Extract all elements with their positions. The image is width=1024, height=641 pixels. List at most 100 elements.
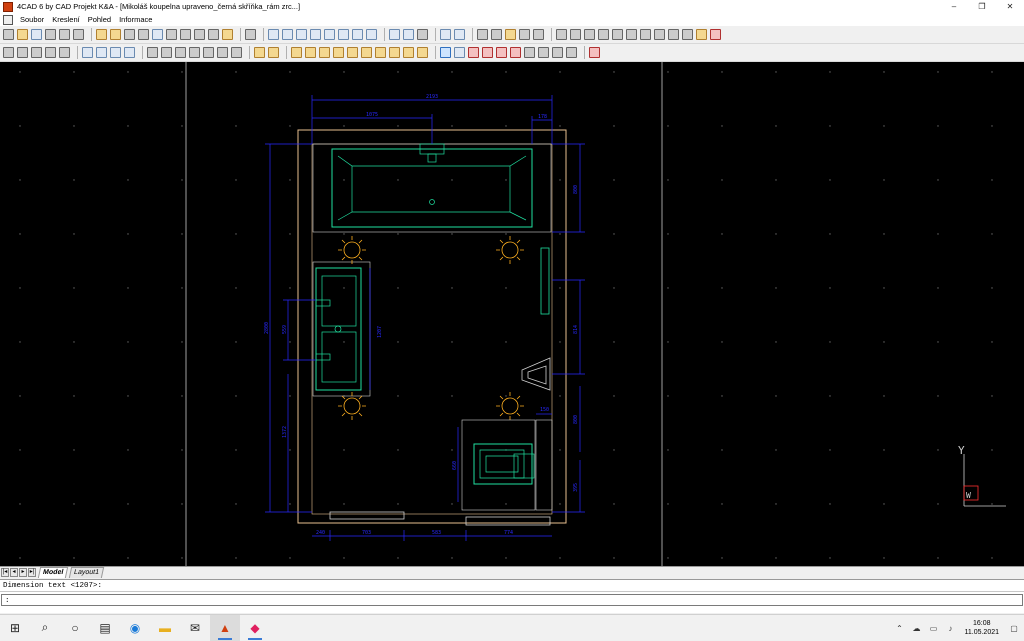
tab-model[interactable]: Model <box>37 567 69 578</box>
properties-icon[interactable] <box>208 29 219 40</box>
copy-icon[interactable] <box>556 29 567 40</box>
door-icon[interactable] <box>268 47 279 58</box>
extend-icon[interactable] <box>682 29 693 40</box>
tab-last-icon[interactable]: ▸| <box>28 568 36 577</box>
zoom-all-icon[interactable] <box>203 47 214 58</box>
view-iso-icon[interactable] <box>310 29 321 40</box>
text-style-icon[interactable] <box>166 29 177 40</box>
furniture-2-icon[interactable] <box>305 47 316 58</box>
cloud-icon[interactable]: ☁ <box>909 624 923 633</box>
notification-icon[interactable]: ▢ <box>1007 624 1021 633</box>
circle-tool-icon[interactable] <box>454 47 465 58</box>
cone-icon[interactable] <box>31 47 42 58</box>
region-tool-icon[interactable] <box>552 47 563 58</box>
text-icon[interactable] <box>366 29 377 40</box>
windows-start-icon[interactable]: ⊞ <box>0 615 30 641</box>
document-icon[interactable] <box>3 14 13 25</box>
menu-informace[interactable]: Informace <box>115 13 156 26</box>
zoom-window-icon[interactable] <box>147 47 158 58</box>
print-icon[interactable] <box>45 29 56 40</box>
plot-icon[interactable] <box>73 29 84 40</box>
ortho-icon[interactable] <box>491 29 502 40</box>
ellipse-tool-icon[interactable] <box>510 47 521 58</box>
pencil-icon[interactable] <box>245 29 256 40</box>
mirror-icon[interactable] <box>612 29 623 40</box>
view-side-icon[interactable] <box>296 29 307 40</box>
undo-icon[interactable] <box>440 29 451 40</box>
furniture-9-icon[interactable] <box>403 47 414 58</box>
zoom-out-icon[interactable] <box>175 47 186 58</box>
point-tool-icon[interactable] <box>482 47 493 58</box>
furniture-4-icon[interactable] <box>333 47 344 58</box>
furniture-5-icon[interactable] <box>347 47 358 58</box>
solid-3-icon[interactable] <box>110 47 121 58</box>
command-input[interactable]: : <box>1 594 1023 606</box>
offset-icon[interactable] <box>626 29 637 40</box>
dimension-tool-icon[interactable] <box>496 47 507 58</box>
furniture-7-icon[interactable] <box>375 47 386 58</box>
rotate-3d-icon[interactable] <box>598 29 609 40</box>
zoom-previous-icon[interactable] <box>217 47 228 58</box>
explode-icon[interactable] <box>696 29 707 40</box>
4cad-app-icon[interactable]: ▲ <box>210 614 240 641</box>
delete-icon[interactable] <box>710 29 721 40</box>
furniture-6-icon[interactable] <box>361 47 372 58</box>
arc-icon[interactable] <box>668 29 679 40</box>
tab-prev-icon[interactable]: ◂ <box>10 568 18 577</box>
furniture-1-icon[interactable] <box>291 47 302 58</box>
hatch-icon[interactable] <box>152 29 163 40</box>
zoom-in-icon[interactable] <box>161 47 172 58</box>
furniture-10-icon[interactable] <box>417 47 428 58</box>
network-icon[interactable]: ▭ <box>926 624 940 633</box>
open-file-icon[interactable] <box>17 29 28 40</box>
tab-next-icon[interactable]: ▸ <box>19 568 27 577</box>
furniture-3-icon[interactable] <box>319 47 330 58</box>
cabinet-icon[interactable] <box>254 47 265 58</box>
zoom-extents-icon[interactable] <box>189 47 200 58</box>
new-file-icon[interactable] <box>3 29 14 40</box>
cylinder-icon[interactable] <box>17 47 28 58</box>
camera-icon[interactable] <box>417 29 428 40</box>
edge-browser-icon[interactable]: ◉ <box>120 615 150 641</box>
minimize-button[interactable]: – <box>940 0 968 13</box>
mail-icon[interactable]: ✉ <box>180 615 210 641</box>
snap-icon[interactable] <box>477 29 488 40</box>
window-icon[interactable] <box>519 29 530 40</box>
paint-app-icon[interactable]: ◆ <box>240 615 270 641</box>
arc-tool-icon[interactable] <box>468 47 479 58</box>
cross-tool-icon[interactable] <box>566 47 577 58</box>
maximize-button[interactable]: ❐ <box>968 0 996 13</box>
trim-tool-icon[interactable] <box>589 47 600 58</box>
layer-properties-icon[interactable] <box>110 29 121 40</box>
chevron-up-icon[interactable]: ⌃ <box>892 624 906 633</box>
rotate-icon[interactable] <box>584 29 595 40</box>
block-icon[interactable] <box>124 29 135 40</box>
polyline-tool-icon[interactable] <box>538 47 549 58</box>
tab-first-icon[interactable]: |◂ <box>1 568 9 577</box>
rectangle-tool-icon[interactable] <box>524 47 535 58</box>
menu-kresleni[interactable]: Kreslení <box>48 13 84 26</box>
furniture-8-icon[interactable] <box>389 47 400 58</box>
task-view-icon[interactable]: ○ <box>60 615 90 641</box>
blank-tool-icon[interactable] <box>533 29 544 40</box>
torus-icon[interactable] <box>59 47 70 58</box>
tab-layout1[interactable]: Layout1 <box>69 567 105 578</box>
solid-1-icon[interactable] <box>82 47 93 58</box>
speaker-icon[interactable]: ♪ <box>943 624 957 633</box>
menu-pohled[interactable]: Pohled <box>84 13 115 26</box>
solid-2-icon[interactable] <box>96 47 107 58</box>
drawing-canvas[interactable]: 2193 1075 178 150 1207 800 814 800 395 2… <box>0 62 1024 566</box>
chamfer-icon[interactable] <box>654 29 665 40</box>
solid-4-icon[interactable] <box>124 47 135 58</box>
search-icon[interactable]: ⌕ <box>30 615 60 641</box>
fillet-icon[interactable] <box>640 29 651 40</box>
line-tool-icon[interactable] <box>440 47 451 58</box>
box-icon[interactable] <box>3 47 14 58</box>
save-icon[interactable] <box>31 29 42 40</box>
shade-icon[interactable] <box>403 29 414 40</box>
match-properties-icon[interactable] <box>222 29 233 40</box>
view-top-icon[interactable] <box>282 29 293 40</box>
paste-icon[interactable] <box>570 29 581 40</box>
file-explorer-icon[interactable]: ▬ <box>150 615 180 641</box>
sphere-icon[interactable] <box>45 47 56 58</box>
